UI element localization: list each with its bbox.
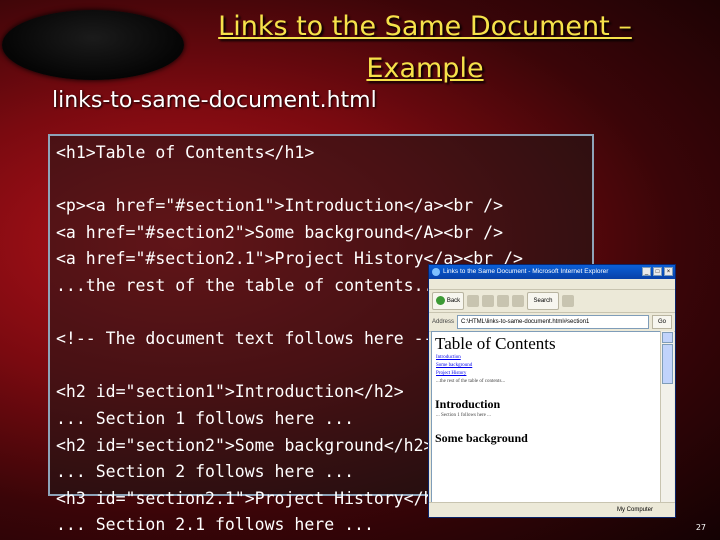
page-number: 27 (695, 523, 706, 532)
address-bar: Address C:\HTML\links-to-same-document.h… (429, 313, 675, 332)
code-line: ... Section 2.1 follows here ... (56, 515, 374, 535)
toc-rest-text: ...the rest of the table of contents... (436, 379, 506, 384)
code-line: <h2 id="section2">Some background</h2> (56, 435, 434, 455)
title-line-1: Links to the Same Document – (218, 11, 632, 42)
browser-statusbar: My Computer (429, 502, 675, 517)
stop-icon[interactable] (482, 295, 494, 307)
page-heading: Table of Contents (435, 334, 556, 353)
code-line: <h1>Table of Contents</h1> (56, 143, 315, 162)
decorative-oval (2, 10, 184, 80)
address-input[interactable]: C:\HTML\links-to-same-document.html#sect… (457, 315, 649, 329)
toc-links: Introduction Some background Project His… (432, 354, 660, 378)
favorites-icon[interactable] (562, 295, 574, 307)
file-name-subtitle: links-to-same-document.html (52, 88, 377, 113)
scroll-up-arrow[interactable] (662, 332, 673, 343)
code-line: <a href="#section2">Some background</A><… (56, 222, 504, 242)
maximize-button[interactable]: □ (653, 267, 662, 276)
toc-link-introduction[interactable]: Introduction (436, 354, 660, 362)
refresh-icon[interactable] (497, 295, 509, 307)
ie-logo-icon (432, 268, 440, 276)
section2-heading: Some background (435, 431, 528, 445)
browser-window-screenshot: Links to the Same Document - Microsoft I… (428, 264, 676, 518)
back-button[interactable]: Back (432, 292, 464, 310)
toc-link-history[interactable]: Project History (436, 370, 660, 378)
code-line: <h3 id="section2.1">Project History</h3> (56, 488, 454, 508)
code-line: ... Section 2 follows here ... (56, 462, 355, 482)
code-line: <h2 id="section1">Introduction</h2> (56, 382, 404, 402)
browser-window-title: Links to the Same Document - Microsoft I… (443, 268, 609, 275)
code-line: ...the rest of the table of contents... (56, 275, 444, 295)
scroll-thumb[interactable] (662, 344, 673, 384)
forward-icon[interactable] (467, 295, 479, 307)
code-line: ... Section 1 follows here ... (56, 408, 355, 428)
minimize-button[interactable]: _ (642, 267, 651, 276)
home-icon[interactable] (512, 295, 524, 307)
title-line-2: Example (366, 53, 484, 84)
address-label: Address (432, 319, 455, 325)
search-button[interactable]: Search (527, 292, 559, 310)
browser-titlebar: Links to the Same Document - Microsoft I… (429, 265, 675, 279)
code-line: <!-- The document text follows here --> (56, 329, 444, 349)
slide-title: Links to the Same Document – Example (180, 6, 670, 90)
section1-heading: Introduction (435, 397, 501, 411)
browser-toolbar: Back Search (429, 290, 675, 313)
back-arrow-icon (435, 295, 445, 305)
go-button[interactable]: Go (652, 315, 672, 329)
browser-menubar (429, 279, 675, 290)
browser-viewport: Table of Contents Introduction Some back… (431, 331, 661, 505)
code-line: <p><a href="#section1">Introduction</a><… (56, 196, 504, 216)
status-zone: My Computer (616, 507, 653, 513)
vertical-scrollbar[interactable] (660, 331, 674, 503)
close-button[interactable]: × (664, 267, 673, 276)
toc-link-background[interactable]: Some background (436, 362, 660, 370)
section1-text: ... Section 1 follows here ... (436, 413, 491, 418)
